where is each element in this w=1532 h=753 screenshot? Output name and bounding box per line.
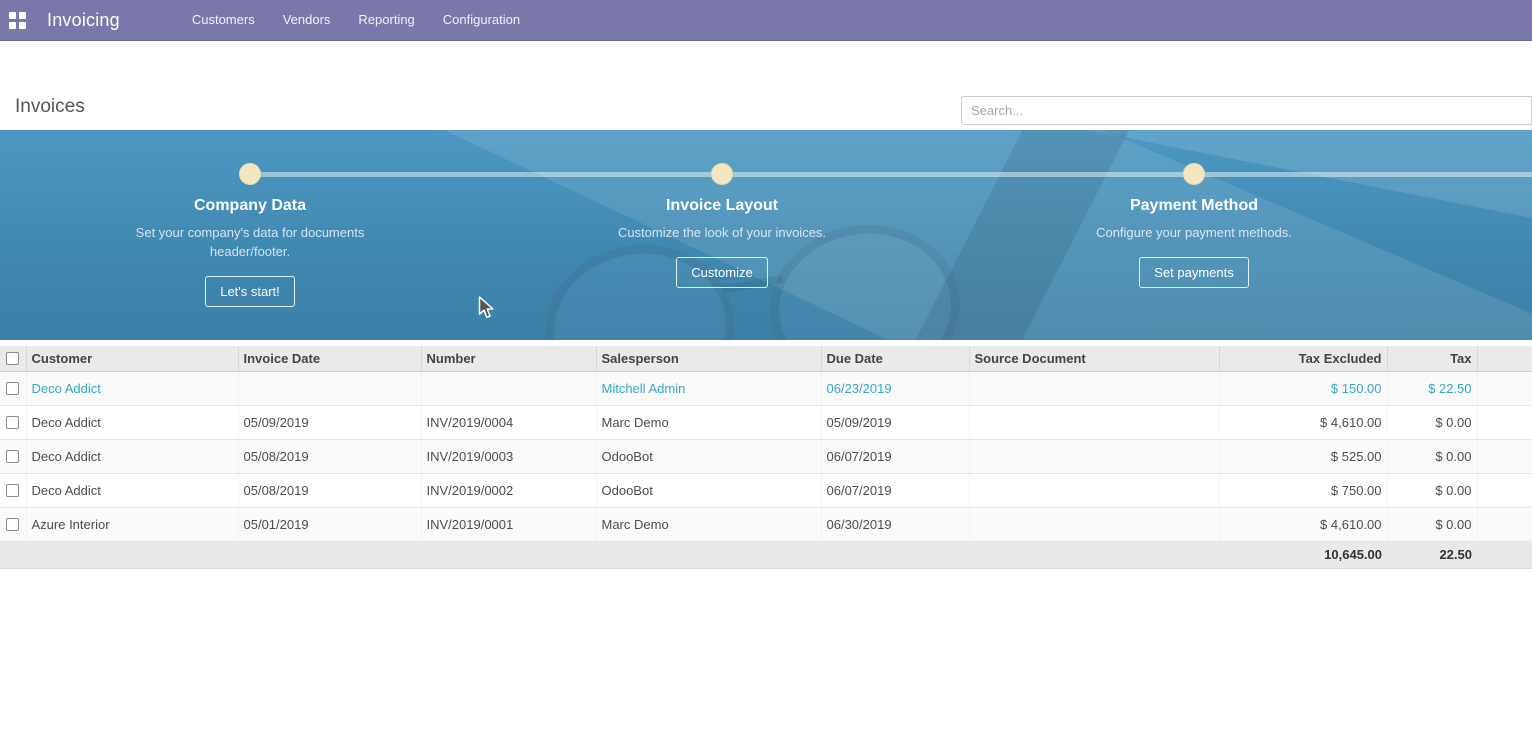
table-row[interactable]: Deco Addict Mitchell Admin 06/23/2019 $ … bbox=[0, 371, 1532, 405]
cell-tax: $ 0.00 bbox=[1387, 473, 1477, 507]
cell-number bbox=[421, 371, 596, 405]
cell-invoice-date: 05/09/2019 bbox=[238, 405, 421, 439]
cell-number: INV/2019/0002 bbox=[421, 473, 596, 507]
onboarding-step-invoice-layout: Invoice Layout Customize the look of you… bbox=[542, 197, 902, 288]
search-input[interactable] bbox=[961, 96, 1532, 125]
lets-start-button[interactable]: Let's start! bbox=[205, 276, 295, 307]
step-dot bbox=[1183, 163, 1205, 185]
step-title: Payment Method bbox=[1014, 197, 1374, 215]
cell-salesperson: Marc Demo bbox=[596, 507, 821, 541]
cell-tax-excluded: $ 150.00 bbox=[1219, 371, 1387, 405]
onboarding-banner: Company Data Set your company's data for… bbox=[0, 130, 1532, 340]
cell-customer: Deco Addict bbox=[26, 371, 238, 405]
select-all-header bbox=[0, 346, 26, 371]
column-header-source-document[interactable]: Source Document bbox=[969, 346, 1219, 371]
customize-button[interactable]: Customize bbox=[676, 257, 767, 288]
select-all-checkbox[interactable] bbox=[6, 352, 19, 365]
nav-item-configuration[interactable]: Configuration bbox=[429, 0, 534, 40]
cell-salesperson: OdooBot bbox=[596, 439, 821, 473]
step-dot bbox=[239, 163, 261, 185]
cell-due-date: 06/30/2019 bbox=[821, 507, 969, 541]
column-header-spacer bbox=[1477, 346, 1532, 371]
control-panel: Invoices + Create Import Filters Group B… bbox=[0, 41, 1532, 130]
table-row[interactable]: Deco Addict 05/09/2019 INV/2019/0004 Mar… bbox=[0, 405, 1532, 439]
step-title: Company Data bbox=[70, 197, 430, 215]
cell-tax-excluded: $ 4,610.00 bbox=[1219, 507, 1387, 541]
cell-tax: $ 0.00 bbox=[1387, 507, 1477, 541]
top-navbar: Invoicing Customers Vendors Reporting Co… bbox=[0, 0, 1532, 41]
row-checkbox[interactable] bbox=[6, 450, 19, 463]
apps-menu-icon[interactable] bbox=[9, 12, 26, 29]
cell-customer: Deco Addict bbox=[26, 439, 238, 473]
cell-source-document bbox=[969, 439, 1219, 473]
step-description: Configure your payment methods. bbox=[1069, 223, 1319, 242]
step-dot bbox=[711, 163, 733, 185]
cell-salesperson: OdooBot bbox=[596, 473, 821, 507]
column-header-salesperson[interactable]: Salesperson bbox=[596, 346, 821, 371]
column-header-invoice-date[interactable]: Invoice Date bbox=[238, 346, 421, 371]
invoice-list: Customer Invoice Date Number Salesperson… bbox=[0, 346, 1532, 569]
cell-due-date: 06/07/2019 bbox=[821, 473, 969, 507]
onboarding-step-company-data: Company Data Set your company's data for… bbox=[70, 197, 430, 307]
cell-invoice-date: 05/08/2019 bbox=[238, 473, 421, 507]
onboarding-progress-line bbox=[250, 172, 1532, 177]
cell-tax: $ 22.50 bbox=[1387, 371, 1477, 405]
column-header-tax[interactable]: Tax bbox=[1387, 346, 1477, 371]
cell-due-date: 05/09/2019 bbox=[821, 405, 969, 439]
cell-number: INV/2019/0001 bbox=[421, 507, 596, 541]
row-checkbox[interactable] bbox=[6, 416, 19, 429]
cell-customer: Deco Addict bbox=[26, 405, 238, 439]
cell-customer: Azure Interior bbox=[26, 507, 238, 541]
total-tax: 22.50 bbox=[1387, 541, 1477, 568]
cell-tax: $ 0.00 bbox=[1387, 439, 1477, 473]
column-header-number[interactable]: Number bbox=[421, 346, 596, 371]
cell-tax: $ 0.00 bbox=[1387, 405, 1477, 439]
cell-salesperson: Marc Demo bbox=[596, 405, 821, 439]
cell-source-document bbox=[969, 473, 1219, 507]
cell-due-date: 06/23/2019 bbox=[821, 371, 969, 405]
table-header-row: Customer Invoice Date Number Salesperson… bbox=[0, 346, 1532, 371]
cell-source-document bbox=[969, 371, 1219, 405]
cell-invoice-date bbox=[238, 371, 421, 405]
nav-item-customers[interactable]: Customers bbox=[178, 0, 269, 40]
table-row[interactable]: Azure Interior 05/01/2019 INV/2019/0001 … bbox=[0, 507, 1532, 541]
cell-salesperson: Mitchell Admin bbox=[596, 371, 821, 405]
invoice-table: Customer Invoice Date Number Salesperson… bbox=[0, 346, 1532, 569]
cell-tax-excluded: $ 750.00 bbox=[1219, 473, 1387, 507]
invoicing-app-window: Invoicing Customers Vendors Reporting Co… bbox=[0, 0, 1532, 753]
row-checkbox[interactable] bbox=[6, 382, 19, 395]
cell-number: INV/2019/0003 bbox=[421, 439, 596, 473]
onboarding-step-payment-method: Payment Method Configure your payment me… bbox=[1014, 197, 1374, 288]
step-description: Customize the look of your invoices. bbox=[597, 223, 847, 242]
cell-customer: Deco Addict bbox=[26, 473, 238, 507]
nav-menu: Customers Vendors Reporting Configuratio… bbox=[178, 0, 534, 40]
page-title: Invoices bbox=[15, 96, 85, 118]
nav-item-reporting[interactable]: Reporting bbox=[344, 0, 428, 40]
step-title: Invoice Layout bbox=[542, 197, 902, 215]
column-header-tax-excluded[interactable]: Tax Excluded bbox=[1219, 346, 1387, 371]
column-header-customer[interactable]: Customer bbox=[26, 346, 238, 371]
nav-item-vendors[interactable]: Vendors bbox=[269, 0, 345, 40]
row-checkbox[interactable] bbox=[6, 518, 19, 531]
cell-invoice-date: 05/01/2019 bbox=[238, 507, 421, 541]
table-row[interactable]: Deco Addict 05/08/2019 INV/2019/0002 Odo… bbox=[0, 473, 1532, 507]
cell-tax-excluded: $ 4,610.00 bbox=[1219, 405, 1387, 439]
cell-number: INV/2019/0004 bbox=[421, 405, 596, 439]
cell-tax-excluded: $ 525.00 bbox=[1219, 439, 1387, 473]
column-header-due-date[interactable]: Due Date bbox=[821, 346, 969, 371]
cell-source-document bbox=[969, 405, 1219, 439]
step-description: Set your company's data for documents he… bbox=[125, 223, 375, 261]
table-totals-row: 10,645.00 22.50 bbox=[0, 541, 1532, 568]
app-name[interactable]: Invoicing bbox=[47, 10, 120, 31]
table-row[interactable]: Deco Addict 05/08/2019 INV/2019/0003 Odo… bbox=[0, 439, 1532, 473]
row-checkbox[interactable] bbox=[6, 484, 19, 497]
cell-invoice-date: 05/08/2019 bbox=[238, 439, 421, 473]
cell-due-date: 06/07/2019 bbox=[821, 439, 969, 473]
total-tax-excluded: 10,645.00 bbox=[1219, 541, 1387, 568]
cell-source-document bbox=[969, 507, 1219, 541]
set-payments-button[interactable]: Set payments bbox=[1139, 257, 1249, 288]
